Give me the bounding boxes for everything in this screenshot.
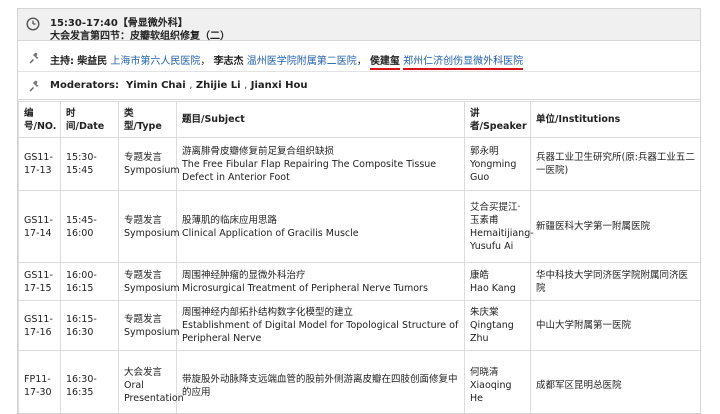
separator: ， — [200, 56, 211, 67]
type-en: Oral Presentation — [124, 380, 184, 404]
subject-en: Microsurgical Treatment of Peripheral Ne… — [182, 282, 428, 294]
cell-subject: 游离腓骨皮瓣修复前足复合组织缺损 The Free Fibular Flap Re… — [176, 137, 465, 191]
col-header-time: 时间/Date — [60, 101, 119, 138]
table-row: GS11-17-16 16:15-16:30 专题发言 Symposium 周围神… — [18, 300, 700, 351]
col-header-speaker: 讲者/Speaker — [464, 101, 531, 138]
cell-time: 16:15-16:30 — [60, 300, 119, 351]
cell-institution: 中山大学附属第一医院 — [530, 300, 700, 351]
moderators-row: Moderators: Yimin Chai , Zhijie Li , Jia… — [18, 73, 700, 100]
cell-subject: 周围神经肿瘤的显微外科治疗 Microsurgical Treatment of … — [176, 262, 465, 301]
col-header-subject: 题目/Subject — [176, 101, 465, 138]
speaker-en: Hemaitijiang-Yusufu Ai — [470, 227, 534, 252]
subject-cn: 周围神经肿瘤的显微外科治疗 — [182, 269, 306, 281]
type-cn: 专题发言 — [124, 269, 163, 281]
subject-en: Clinical Application of Gracilis Muscle — [182, 227, 359, 239]
speaker-cn: 艾合买提江·玉素甫 — [470, 201, 521, 226]
col-header-type: 类型/Type — [118, 101, 177, 138]
clock-icon — [26, 17, 40, 31]
separator: ， — [356, 56, 367, 67]
speaker-en: Yongming Guo — [470, 158, 517, 183]
cell-id: GS11-17-13 — [18, 137, 61, 191]
subject-en: The Free Fibular Flap Repairing The Comp… — [182, 158, 437, 183]
cell-institution: 新疆医科大学第一附属医院 — [530, 190, 700, 263]
cell-speaker: 康皓 Hao Kang — [464, 262, 531, 301]
session-title: 大会发言第四节：皮瓣软组织修复（二） — [50, 31, 230, 42]
cell-type: 专题发言 Symposium — [118, 262, 180, 301]
session-panel: 15:30-17:40【骨显微外科】 大会发言第四节：皮瓣软组织修复（二） 主持… — [17, 8, 701, 414]
subject-cn: 股薄肌的临床应用思路 — [182, 214, 278, 226]
type-en: Symposium — [124, 326, 180, 338]
cell-time: 15:30-15:45 — [60, 137, 119, 191]
host-name-highlighted: 侯建玺 — [369, 56, 400, 70]
cell-type: 专题发言 Symposium — [118, 300, 180, 351]
subject-cn: 周围神经内部拓扑结构数字化模型的建立 — [182, 307, 354, 318]
speaker-en: Qingtang Zhu — [470, 320, 514, 344]
table-row: FP11-17-30 16:30-16:35 大会发言 Oral Presenta… — [18, 350, 700, 413]
moderator-name: Jianxi Hou — [250, 80, 308, 91]
type-cn: 专题发言 — [124, 313, 163, 325]
host-institution-link[interactable]: 上海市第六人民医院 — [110, 56, 200, 67]
host-institution-link-highlighted[interactable]: 郑州仁济创伤显微外科医院 — [403, 56, 524, 70]
type-cn: 专题发言 — [124, 152, 163, 163]
type-cn: 专题发言 — [124, 214, 163, 226]
pin-icon — [29, 52, 39, 64]
separator: , — [189, 80, 193, 91]
table-row: GS11-17-15 16:00-16:15 专题发言 Symposium 周围神… — [18, 262, 700, 301]
hosts-label: 主持: — [50, 56, 74, 67]
cell-subject: 带旋股外动脉降支远端血管的股前外侧游离皮瓣在四肢创面修复中的应用 — [176, 350, 465, 413]
cell-type: 大会发言 Oral Presentation — [118, 350, 184, 413]
moderators-label: Moderators: — [50, 80, 119, 91]
hosts-line: 主持: 柴益民 上海市第六人民医院， 李志杰 温州医学院附属第二医院， 侯建玺 … — [50, 52, 524, 70]
cell-id: GS11-17-15 — [18, 262, 61, 301]
col-header-id: 编号/NO. — [18, 101, 61, 138]
type-cn: 大会发言 — [124, 367, 163, 378]
cell-id: GS11-17-14 — [18, 190, 61, 263]
speaker-en: Hao Kang — [470, 282, 516, 294]
cell-institution: 成都军区昆明总医院 — [530, 350, 700, 413]
host-name: 李志杰 — [213, 56, 244, 67]
host-name: 柴益民 — [77, 56, 108, 67]
cell-institution: 兵器工业卫生研究所(原:兵器工业五二一医院) — [530, 137, 700, 191]
host-institution-link[interactable]: 温州医学院附属第二医院 — [247, 56, 357, 67]
table-row: GS11-17-13 15:30-15:45 专题发言 Symposium 游离腓… — [18, 137, 700, 191]
pin-icon — [29, 80, 39, 92]
cell-type: 专题发言 Symposium — [118, 137, 180, 191]
cell-subject: 股薄肌的临床应用思路 Clinical Application of Gracil… — [176, 190, 465, 263]
schedule-table: 编号/NO. 时间/Date 类型/Type 题目/Subject 讲者/Spe… — [18, 101, 700, 413]
cell-subject: 周围神经内部拓扑结构数字化模型的建立 Establishment of Digit… — [176, 300, 465, 351]
type-en: Symposium — [124, 165, 180, 176]
subject-en: Establishment of Digital Model for Topol… — [182, 320, 459, 344]
separator: , — [244, 80, 248, 91]
speaker-cn: 康皓 — [470, 269, 490, 281]
table-header-row: 编号/NO. 时间/Date 类型/Type 题目/Subject 讲者/Spe… — [18, 101, 700, 138]
cell-time: 16:30-16:35 — [60, 350, 119, 413]
speaker-cn: 朱庆棠 — [470, 307, 499, 318]
speaker-cn: 郭永明 — [470, 145, 499, 157]
col-header-institution: 单位/Institutions — [530, 101, 700, 138]
cell-speaker: 朱庆棠 Qingtang Zhu — [464, 300, 531, 351]
cell-id: FP11-17-30 — [18, 350, 61, 413]
cell-time: 15:45-16:00 — [60, 190, 119, 263]
type-en: Symposium — [124, 282, 180, 294]
table-row: GS11-17-14 15:45-16:00 专题发言 Symposium 股薄肌… — [18, 190, 700, 263]
type-en: Symposium — [124, 227, 180, 239]
cell-speaker: 艾合买提江·玉素甫 Hemaitijiang-Yusufu Ai — [464, 190, 534, 263]
speaker-en: Xiaoqing He — [470, 380, 512, 404]
cell-speaker: 何晓清 Xiaoqing He — [464, 350, 531, 413]
subject-cn: 带旋股外动脉降支远端血管的股前外侧游离皮瓣在四肢创面修复中的应用 — [182, 373, 458, 398]
subject-cn: 游离腓骨皮瓣修复前足复合组织缺损 — [182, 145, 335, 157]
hosts-row: 主持: 柴益民 上海市第六人民医院， 李志杰 温州医学院附属第二医院， 侯建玺 … — [18, 42, 700, 72]
speaker-cn: 何晓清 — [470, 367, 499, 378]
cell-id: GS11-17-16 — [18, 300, 61, 351]
cell-time: 16:00-16:15 — [60, 262, 119, 301]
cell-type: 专题发言 Symposium — [118, 190, 180, 263]
moderator-name: Zhijie Li — [195, 80, 241, 91]
moderators-line: Moderators: Yimin Chai , Zhijie Li , Jia… — [50, 80, 307, 91]
session-header: 15:30-17:40【骨显微外科】 大会发言第四节：皮瓣软组织修复（二） — [18, 9, 700, 42]
cell-institution: 华中科技大学同济医学院附属同济医院 — [530, 262, 700, 301]
cell-speaker: 郭永明 Yongming Guo — [464, 137, 531, 191]
moderator-name: Yimin Chai — [125, 80, 186, 91]
